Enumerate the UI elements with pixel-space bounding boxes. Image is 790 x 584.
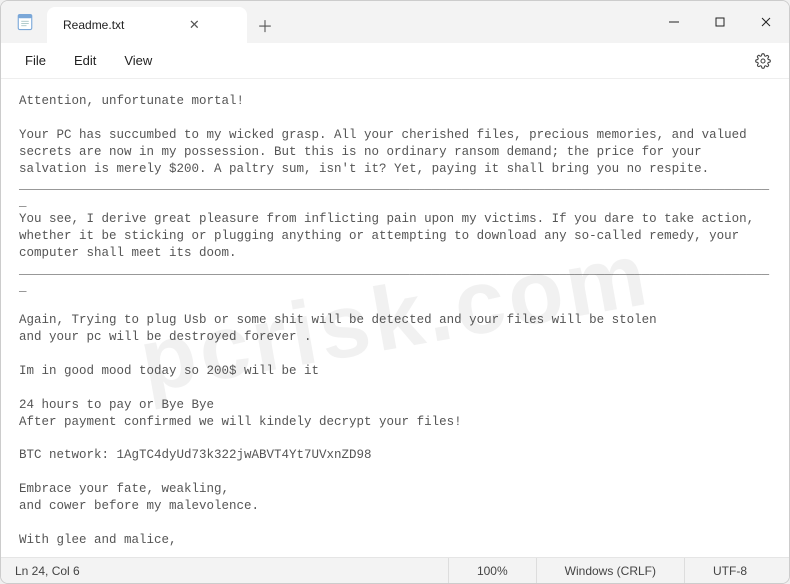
titlebar-spacer [283,1,651,43]
settings-button[interactable] [749,47,777,75]
app-icon-container [1,1,49,43]
editor-area[interactable]: pcrisk.com Attention, unfortunate mortal… [1,79,789,557]
menu-view[interactable]: View [112,49,164,72]
minimize-icon [669,17,679,27]
menubar: File Edit View [1,43,789,79]
window-controls [651,1,789,43]
menu-file[interactable]: File [13,49,58,72]
menu-edit[interactable]: Edit [62,49,108,72]
status-position: Ln 24, Col 6 [15,564,448,578]
document-tab[interactable]: Readme.txt ✕ [47,7,247,43]
new-tab-button[interactable]: ＋ [247,7,283,43]
maximize-icon [715,17,725,27]
close-button[interactable] [743,1,789,43]
notepad-window: Readme.txt ✕ ＋ File Edit View [0,0,790,584]
titlebar: Readme.txt ✕ ＋ [1,1,789,43]
close-icon [761,17,771,27]
status-zoom[interactable]: 100% [448,558,536,583]
notepad-icon [16,13,34,31]
minimize-button[interactable] [651,1,697,43]
status-encoding[interactable]: UTF-8 [684,558,775,583]
tab-title: Readme.txt [63,18,124,32]
document-text[interactable]: Attention, unfortunate mortal! Your PC h… [19,93,771,557]
statusbar: Ln 24, Col 6 100% Windows (CRLF) UTF-8 [1,557,789,583]
maximize-button[interactable] [697,1,743,43]
tab-close-button[interactable]: ✕ [184,15,204,35]
status-line-ending[interactable]: Windows (CRLF) [536,558,684,583]
gear-icon [755,53,771,69]
